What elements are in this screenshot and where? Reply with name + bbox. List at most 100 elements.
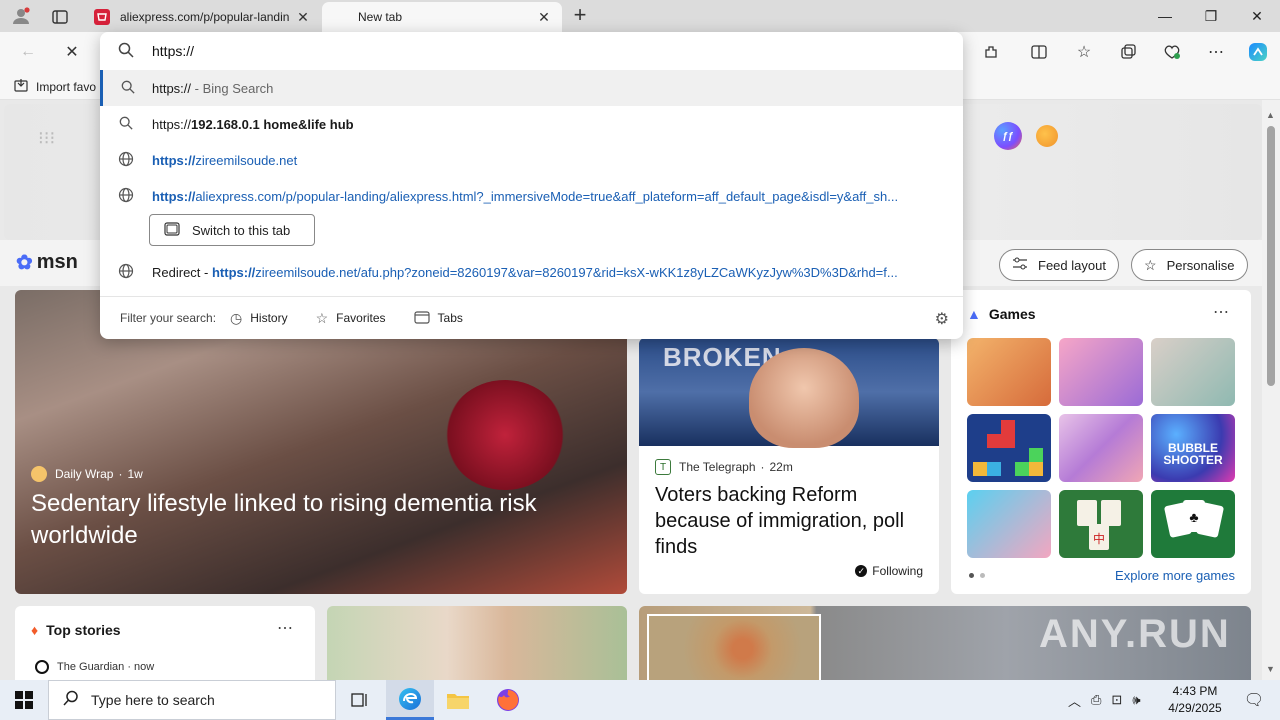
tabs-icon [413,310,430,327]
filter-tabs-label: Tabs [437,311,463,325]
check-icon: ✓ [855,565,868,577]
carousel-dots[interactable] [969,573,985,578]
browser-essentials-icon[interactable] [1158,38,1186,66]
suggestion-redirect[interactable]: Redirect - https://zireemilsoude.net/afu… [100,254,963,290]
maximize-button[interactable]: ❐ [1188,0,1234,32]
task-view-icon [351,693,367,707]
switch-to-tab-button[interactable]: Switch to this tab [149,214,315,246]
game-tile[interactable]: 中 [1059,490,1143,558]
volume-icon[interactable]: 🕪 [1132,692,1140,708]
import-favorites-button[interactable]: Import favo [14,78,96,95]
anyrun-watermark: ANY.RUN [1039,612,1231,656]
scroll-up-icon[interactable]: ▲ [1266,110,1275,120]
edge-icon [399,687,421,710]
minimize-button[interactable]: — [1142,0,1188,32]
msn-logo[interactable]: ✿ msn [16,250,78,275]
close-tab-icon[interactable]: ✕ [536,9,552,26]
game-tile[interactable]: BUBBLE SHOOTER [1151,414,1235,482]
game-tile[interactable] [967,490,1051,558]
personalise-star-icon: ☆ [1144,256,1157,273]
suggestion-url: zireemilsoude.net [195,152,298,168]
suggestion-search-router[interactable]: https://192.168.0.1 home&life hub [100,106,963,142]
suggestion-lead: Redirect - [152,264,212,280]
collections-icon[interactable] [1114,38,1142,66]
apps-grid-icon[interactable]: ⁝⁝⁝ [38,128,55,149]
story-photo [749,348,859,448]
search-icon [100,42,152,61]
address-bar[interactable]: https:// [100,32,963,70]
system-tray: ︿ ⎙ ⊡ 🕪 [1068,680,1141,720]
scroll-down-icon[interactable]: ▼ [1266,664,1275,674]
daily-wrap-logo-icon [31,466,47,482]
profile-icon[interactable] [8,4,34,28]
explore-more-games-link[interactable]: Explore more games [1115,568,1235,583]
following-button[interactable]: ✓ Following [855,564,923,578]
page-scrollbar[interactable]: ▲ ▼ [1262,100,1280,680]
address-input-value[interactable]: https:// [152,43,194,59]
suggestion-url-aliexpress[interactable]: https://aliexpress.com/p/popular-landing… [100,178,963,214]
game-tile[interactable] [1059,414,1143,482]
flame-icon: ♦ [31,622,39,638]
scrollbar-thumb[interactable] [1267,126,1275,386]
suggestion-url-zireemilsoude[interactable]: https://zireemilsoude.net [100,142,963,178]
copilot-icon[interactable] [1244,38,1272,66]
switch-to-tab-label: Switch to this tab [192,222,291,238]
start-button[interactable] [0,680,48,720]
new-tab-plus-icon[interactable]: + [568,4,592,28]
task-view-button[interactable] [336,680,384,720]
filter-favorites-button[interactable]: ☆ Favorites [316,310,386,327]
story-image-card[interactable] [327,606,627,680]
feed-layout-button[interactable]: Feed layout [999,249,1119,281]
favorites-star-icon[interactable]: ☆ [1070,38,1098,66]
story-image [445,380,565,490]
more-options-icon[interactable]: ⋯ [1213,302,1229,322]
filter-favorites-label: Favorites [336,311,386,325]
device-icon[interactable]: ⎙ [1091,692,1101,708]
close-tab-icon[interactable]: ✕ [295,9,311,26]
more-options-icon[interactable]: ⋯ [277,618,293,638]
filter-history-label: History [250,311,288,325]
game-tile[interactable]: ♣ [1151,490,1235,558]
suggestion-bing-search[interactable]: https:// - Bing Search [100,70,963,106]
file-explorer-button[interactable] [434,680,482,720]
tab-new-tab[interactable]: New tab ✕ [322,2,562,32]
map-story-card[interactable]: ANY.RUN [639,606,1251,680]
copilot-badge-icon[interactable]: ƒƒ [994,122,1022,150]
close-window-button[interactable]: ✕ [1234,0,1280,32]
story-headline[interactable]: Sedentary lifestyle linked to rising dem… [31,488,611,552]
split-screen-icon[interactable] [1025,38,1053,66]
import-icon [14,78,28,95]
hero-right-controls: ƒƒ [994,122,1058,150]
filter-tabs-button[interactable]: Tabs [413,310,463,327]
filter-history-button[interactable]: ◷ History [230,310,288,327]
game-tile[interactable] [967,338,1051,406]
settings-more-icon[interactable]: ⋯ [1202,38,1230,66]
taskbar-search-box[interactable]: Type here to search [48,680,336,720]
gear-icon[interactable]: ⚙ [935,309,949,329]
top-stories-title: Top stories [46,622,121,638]
tab-aliexpress[interactable]: aliexpress.com/p/popular-landin ✕ [84,2,321,32]
game-tile[interactable] [1151,338,1235,406]
search-icon [63,690,79,711]
chevron-up-icon[interactable]: ︿ [1068,691,1081,710]
back-arrow-icon[interactable]: ← [14,38,42,66]
msn-butterfly-icon: ✿ [16,252,33,274]
notification-center-icon[interactable]: 🗨 [1234,680,1274,720]
taskbar-search-placeholder: Type here to search [91,692,215,708]
network-icon[interactable]: ⊡ [1111,692,1122,708]
telegraph-story-card[interactable]: BROKEN T The Telegraph · 22m Voters back… [639,338,939,594]
tab-actions-icon[interactable] [46,6,74,28]
game-tile[interactable] [967,414,1051,482]
edge-taskbar-button[interactable] [386,680,434,720]
filter-label: Filter your search: [120,311,217,325]
game-tile[interactable] [1059,338,1143,406]
suggestion-text: https:// [211,264,256,280]
personalise-button[interactable]: ☆ Personalise [1131,249,1248,281]
taskbar-clock[interactable]: 4:43 PM 4/29/2025 [1160,683,1230,717]
stop-loading-icon[interactable]: ✕ [58,38,86,66]
windows-logo-icon [15,691,33,709]
story-headline[interactable]: Voters backing Reform because of immigra… [655,482,925,560]
weather-icon[interactable] [1036,125,1058,147]
firefox-taskbar-button[interactable] [484,680,532,720]
extensions-icon[interactable] [977,38,1005,66]
